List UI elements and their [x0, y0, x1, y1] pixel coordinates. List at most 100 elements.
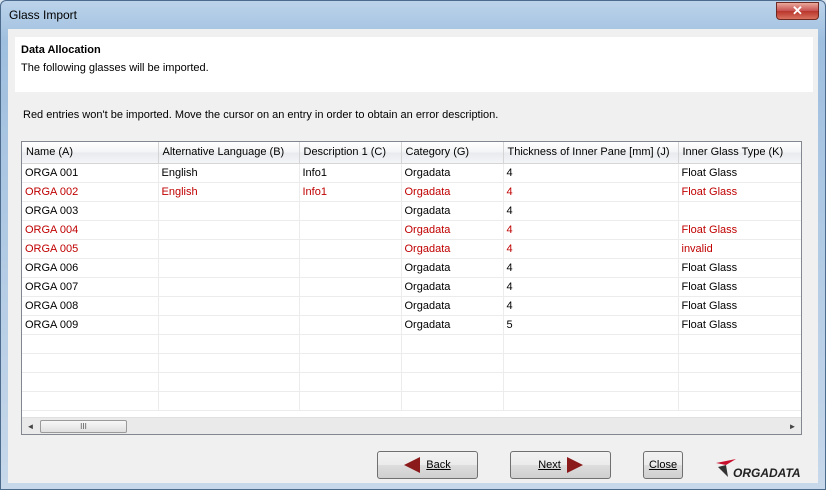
table-row-empty	[22, 372, 801, 392]
table-row-empty	[22, 334, 801, 354]
close-button[interactable]: Close	[643, 451, 683, 479]
table-cell	[299, 239, 402, 259]
table-cell	[158, 220, 300, 240]
table-cell: ORGA 008	[22, 296, 159, 316]
table-cell: Orgadata	[401, 277, 504, 297]
table-cell: 4	[503, 163, 679, 183]
column-header[interactable]: Name (A)	[22, 142, 159, 164]
table-cell: Float Glass	[678, 182, 801, 202]
table-cell	[299, 372, 402, 392]
table-cell	[678, 201, 801, 221]
arrow-left-icon	[404, 457, 421, 473]
glass-import-window: Glass Import ✕ Data Allocation The follo…	[0, 0, 826, 490]
table-cell	[299, 277, 402, 297]
scroll-thumb[interactable]: III	[40, 420, 127, 433]
table-cell: Orgadata	[401, 182, 504, 202]
next-button-label: Next	[538, 459, 561, 471]
scroll-right-icon[interactable]: ►	[784, 418, 801, 434]
orgadata-logo-text: ORGADATA	[733, 466, 801, 480]
table-cell	[678, 334, 801, 354]
table-cell	[158, 353, 300, 373]
column-header[interactable]: Thickness of Inner Pane [mm] (J)	[503, 142, 679, 164]
window-title: Glass Import	[9, 8, 78, 22]
table-cell: Info1	[299, 163, 402, 183]
horizontal-scrollbar[interactable]: ◄ III ►	[22, 417, 801, 434]
table-cell: ORGA 001	[22, 163, 159, 183]
scroll-left-icon[interactable]: ◄	[22, 418, 39, 434]
table-cell	[299, 258, 402, 278]
table-cell	[158, 315, 300, 335]
table-cell	[678, 391, 801, 411]
table-cell	[401, 391, 504, 411]
table-cell	[22, 334, 159, 354]
table-cell: 4	[503, 239, 679, 259]
table-cell: Orgadata	[401, 201, 504, 221]
back-button-label: Back	[426, 459, 451, 471]
back-button[interactable]: Back	[377, 451, 478, 479]
table-cell: 4	[503, 220, 679, 240]
column-header[interactable]: Description 1 (C)	[299, 142, 402, 164]
table-cell	[678, 353, 801, 373]
glass-table-grid: Name (A) Alternative Language (B) Descript…	[22, 142, 801, 411]
table-row[interactable]: ORGA 006 Orgadata 4 Float Glass	[22, 258, 801, 278]
table-cell	[678, 372, 801, 392]
table-row[interactable]: ORGA 003 Orgadata 4	[22, 201, 801, 221]
close-button-label: Close	[648, 459, 678, 471]
table-row[interactable]: ORGA 001 English Info1 Orgadata 4 Float Glass	[22, 163, 801, 183]
table-cell	[299, 296, 402, 316]
table-row[interactable]: ORGA 007 Orgadata 4 Float Glass	[22, 277, 801, 297]
table-cell: 4	[503, 277, 679, 297]
column-header[interactable]: Inner Glass Type (K)	[678, 142, 801, 164]
table-cell	[299, 315, 402, 335]
glass-table[interactable]: Name (A) Alternative Language (B) Descript…	[21, 141, 802, 435]
table-row[interactable]: ORGA 004 Orgadata 4 Float Glass	[22, 220, 801, 240]
table-cell: 4	[503, 296, 679, 316]
table-cell: ORGA 003	[22, 201, 159, 221]
table-row[interactable]: ORGA 002 English Info1 Orgadata 4 Float Glass	[22, 182, 801, 202]
next-button[interactable]: Next	[510, 451, 611, 479]
table-cell	[299, 391, 402, 411]
table-cell: 5	[503, 315, 679, 335]
table-cell	[22, 353, 159, 373]
table-cell: Orgadata	[401, 315, 504, 335]
table-cell: Float Glass	[678, 220, 801, 240]
column-header[interactable]: Alternative Language (B)	[158, 142, 300, 164]
table-row-empty	[22, 353, 801, 373]
header-panel: Data Allocation The following glasses wi…	[15, 37, 813, 92]
table-row-empty	[22, 391, 801, 411]
table-cell: Orgadata	[401, 296, 504, 316]
table-row[interactable]: ORGA 008 Orgadata 4 Float Glass	[22, 296, 801, 316]
title-bar[interactable]: Glass Import ✕	[1, 1, 825, 29]
table-cell	[22, 391, 159, 411]
table-cell: Orgadata	[401, 258, 504, 278]
table-cell: ORGA 005	[22, 239, 159, 259]
window-close-button[interactable]: ✕	[776, 2, 819, 20]
table-cell: ORGA 009	[22, 315, 159, 335]
arrow-right-icon	[566, 457, 583, 473]
column-header[interactable]: Category (G)	[401, 142, 504, 164]
table-cell: 4	[503, 201, 679, 221]
table-header-row: Name (A) Alternative Language (B) Descript…	[22, 142, 801, 164]
table-cell: Orgadata	[401, 239, 504, 259]
table-cell: ORGA 006	[22, 258, 159, 278]
table-cell	[158, 277, 300, 297]
table-cell: Orgadata	[401, 220, 504, 240]
table-cell	[158, 258, 300, 278]
table-cell: Float Glass	[678, 296, 801, 316]
table-row[interactable]: ORGA 005 Orgadata 4 invalid	[22, 239, 801, 259]
table-cell: invalid	[678, 239, 801, 259]
table-cell: 4	[503, 182, 679, 202]
table-cell	[503, 391, 679, 411]
table-cell	[503, 334, 679, 354]
table-cell	[503, 353, 679, 373]
table-row[interactable]: ORGA 009 Orgadata 5 Float Glass	[22, 315, 801, 335]
table-cell	[401, 372, 504, 392]
table-cell: Float Glass	[678, 258, 801, 278]
table-cell: Info1	[299, 182, 402, 202]
table-cell	[401, 334, 504, 354]
table-cell	[158, 296, 300, 316]
table-cell	[401, 353, 504, 373]
table-cell: English	[158, 182, 300, 202]
info-text: Red entries won't be imported. Move the …	[23, 109, 499, 121]
table-cell	[22, 372, 159, 392]
